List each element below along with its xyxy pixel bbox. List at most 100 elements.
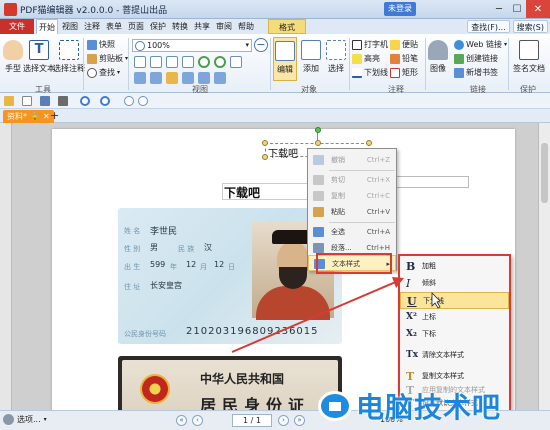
tab-convert[interactable]: 转换 [170,19,190,34]
add-tab-button[interactable]: + [50,109,59,123]
tab-share[interactable]: 共享 [192,19,212,34]
submenu-item-underline[interactable]: U 下划线 [400,292,509,309]
options-button[interactable]: 选项... ▾ [3,414,47,425]
underline-icon: U [407,295,417,308]
quick-access-toolbar [0,93,550,109]
underline-button[interactable]: 下划线 [352,67,388,78]
menu-item-cut[interactable]: 剪切 Ctrl+X [308,172,396,188]
fit-page-icon[interactable] [150,56,162,68]
sticky-note-button[interactable]: 便贴 [390,39,418,50]
rotate-handle[interactable] [315,127,321,133]
submenu-item-italic[interactable]: I 倾斜 [400,275,509,292]
find-button[interactable]: 查找(F)... [467,20,510,33]
tab-protect[interactable]: 保护 [148,19,168,34]
undo-icon[interactable] [80,96,90,106]
menu-item-copy[interactable]: 复制 Ctrl+C [308,188,396,204]
attachment-icon[interactable] [166,72,178,84]
resize-handle[interactable] [262,140,268,146]
full-screen-icon[interactable] [214,72,226,84]
tab-home[interactable]: 开始 [36,19,58,34]
resize-handle[interactable] [366,140,372,146]
snapshot-button[interactable]: 快照 [87,39,115,50]
reflow-icon[interactable] [182,72,194,84]
scroll-thumb[interactable] [541,143,548,203]
fit-width-icon[interactable] [166,56,178,68]
typewriter-button[interactable]: 打字机 [352,39,388,50]
single-page-icon[interactable] [134,56,146,68]
save-icon[interactable] [40,96,50,106]
highlight-button[interactable]: 高亮 [352,53,380,64]
print-icon[interactable] [58,96,68,106]
tab-file[interactable]: 文件 [0,19,34,34]
search-button[interactable]: 搜索(S) [512,20,548,33]
rectangle-button[interactable]: 矩形 [390,67,418,78]
last-page-button[interactable]: » [294,415,305,426]
clipboard-button[interactable]: 剪贴板 ▾ [87,53,128,64]
image-button[interactable]: 图像 [428,37,448,81]
add-object-button[interactable]: 添加 [299,37,323,81]
next-page-button[interactable]: › [278,415,289,426]
tab-view[interactable]: 视图 [60,19,80,34]
web-link-button[interactable]: Web 链接 ▾ [454,39,507,50]
pencil-button[interactable]: 铅笔 [390,53,418,64]
resize-handle[interactable] [262,154,268,160]
page-view-icon[interactable] [230,56,242,68]
sign-document-button[interactable]: 签名文档 [511,37,547,81]
tab-form[interactable]: 表单 [104,19,124,34]
tab-annotate[interactable]: 注释 [82,19,102,34]
submenu-item-subscript[interactable]: X₂ 下标 [400,326,509,343]
minimize-button[interactable]: ─ [490,0,508,18]
open-folder-icon[interactable] [4,96,14,106]
maximize-button[interactable]: ☐ [508,0,526,18]
tab-format[interactable]: 格式 [268,19,306,34]
tab-review[interactable]: 审阅 [214,19,234,34]
scissors-icon [313,175,324,185]
find-tool-button[interactable]: 查找 ▾ [87,67,120,78]
redo-icon[interactable] [100,96,110,106]
continuous-icon[interactable] [134,72,146,84]
hand-tool-button[interactable]: 手型 [3,37,23,81]
id-birth-day: 12 [214,260,225,269]
side-panel-strip[interactable] [0,123,12,410]
zoom-out-button[interactable]: − [254,38,268,52]
resize-handle[interactable] [315,140,321,146]
selected-text[interactable]: 下载吧 [268,145,298,160]
prev-page-button[interactable]: ‹ [192,415,203,426]
ribbon: 手型 T 选择文本 选择注释 工具 快照 剪贴板 ▾ 查找 ▾ 100% ▾ − [0,34,550,94]
page-number-field[interactable]: 1 / 1 [232,414,272,427]
tab-page[interactable]: 页面 [126,19,146,34]
fit-visible-icon[interactable] [182,56,194,68]
select-annotation-button[interactable]: 选择注释 [53,37,85,81]
menu-item-select-all[interactable]: 全选 Ctrl+A [308,224,396,240]
id-birth-label: 出 生 [124,263,141,271]
submenu-item-clear-style[interactable]: Tx 清除文本样式 [400,347,509,364]
chevron-down-icon: ▾ [245,41,249,49]
rotate-left-icon[interactable] [198,56,210,68]
menu-item-undo[interactable]: 撤销 Ctrl+Z [308,152,396,168]
close-tab-icon[interactable]: ✕ [43,110,50,123]
vertical-scrollbar[interactable] [538,123,550,410]
user-login-button[interactable]: 未登录 [384,2,416,16]
edit-object-button[interactable]: 编辑 [273,37,297,81]
zoom-select[interactable]: 100% ▾ [132,39,252,52]
forward-icon[interactable] [138,96,148,106]
select-object-button[interactable]: 选择 [325,37,347,81]
submenu-item-superscript[interactable]: X² 上标 [400,309,509,326]
facing-icon[interactable] [150,72,162,84]
split-icon[interactable] [198,72,210,84]
bookmark-icon [454,67,464,78]
back-icon[interactable] [124,96,134,106]
new-bookmark-button[interactable]: 新增书签 [454,67,498,78]
new-document-icon[interactable] [22,96,32,106]
tab-help[interactable]: 帮助 [236,19,256,34]
first-page-button[interactable]: « [176,415,187,426]
watermark-text: 电脑技术吧 [356,391,502,424]
close-button[interactable]: ✕ [526,0,550,18]
create-link-button[interactable]: 创建链接 [454,53,498,64]
menu-item-paste[interactable]: 粘贴 Ctrl+V [308,204,396,220]
magnifier-icon [87,67,97,78]
document-tab[interactable]: 资料* 🔒 ✕ [3,110,54,123]
submenu-item-bold[interactable]: B 加粗 [400,258,509,275]
rotate-right-icon[interactable] [214,56,226,68]
select-text-button[interactable]: T 选择文本 [23,37,55,81]
